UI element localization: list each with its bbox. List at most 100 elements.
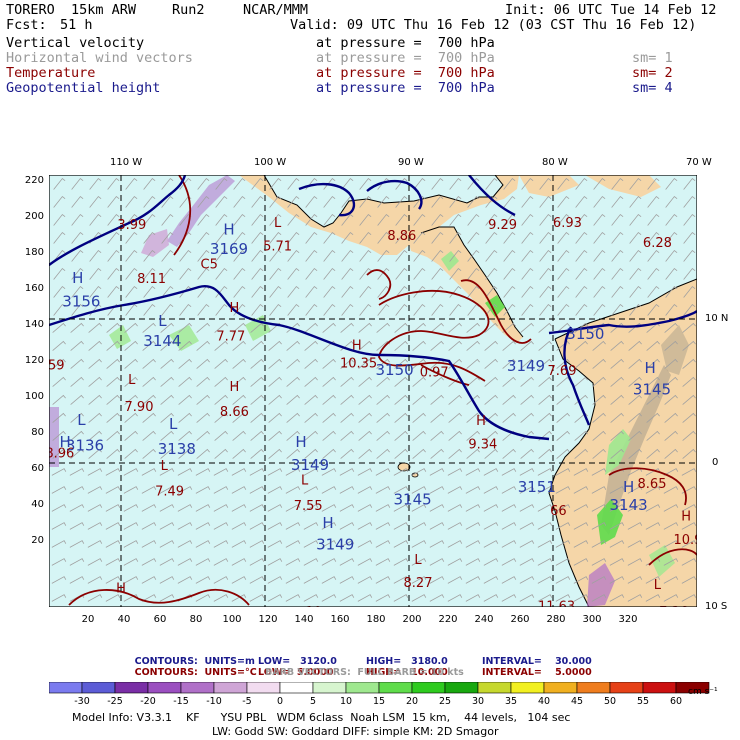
color-bar-label: 20	[406, 696, 418, 707]
height-label: H	[623, 478, 634, 496]
color-bar-label: 35	[505, 696, 517, 707]
temperature-label: 7.69	[548, 364, 577, 379]
color-bar-label: 5	[310, 696, 316, 707]
color-bar-swatches	[49, 682, 710, 694]
color-bar-label: 50	[604, 696, 616, 707]
color-bar-label: -10	[206, 696, 222, 707]
forecast-hour: 51 h	[60, 17, 93, 33]
run-label: Run2	[172, 2, 205, 18]
field-level: at pressure = 700 hPa	[316, 35, 495, 51]
x-tick-label: 20	[81, 614, 95, 625]
temperature-label: H	[476, 414, 486, 429]
temperature-label: L	[654, 578, 662, 593]
color-swatch	[444, 682, 479, 694]
height-label: L	[169, 415, 178, 433]
height-label: H	[295, 433, 306, 451]
height-label: 3151	[518, 478, 556, 496]
color-swatch	[378, 682, 413, 694]
temperature-label: 66	[550, 504, 567, 519]
temperature-label: L	[414, 553, 422, 568]
y-tick-label: 140	[24, 319, 44, 330]
color-swatch	[147, 682, 182, 694]
x-tick-label: 280	[546, 614, 566, 625]
temperature-label: 8.96	[49, 447, 74, 462]
height-label: 3169	[210, 240, 248, 258]
color-bar-label: -15	[173, 696, 189, 707]
contour-interval: INTERVAL= 30.000	[482, 656, 592, 667]
temperature-label: 9.29	[488, 218, 517, 233]
color-bar-units: cm s⁻¹	[688, 687, 718, 697]
valid-time: Valid: 09 UTC Thu 16 Feb 12 (03 CST Thu …	[290, 17, 697, 33]
x-tick-label: 160	[330, 614, 350, 625]
color-bar-label: 55	[637, 696, 649, 707]
color-swatch	[180, 682, 215, 694]
init-time: Init: 06 UTC Tue 14 Feb 12	[505, 2, 717, 18]
color-swatch	[510, 682, 545, 694]
lon-label: 80 W	[542, 157, 568, 168]
org-label: NCAR/MMM	[243, 2, 309, 18]
lon-label: 100 W	[254, 157, 287, 168]
height-label: 3150	[566, 325, 604, 343]
color-bar-label: 0	[277, 696, 283, 707]
color-swatch	[49, 682, 83, 694]
height-label: L	[158, 312, 167, 330]
temperature-label: 0.97	[420, 366, 449, 381]
height-label: H	[72, 269, 83, 287]
height-label: 3149	[291, 456, 329, 474]
y-tick-label: 100	[24, 391, 44, 402]
temperature-label: H	[681, 510, 691, 525]
height-label: 3149	[507, 357, 545, 375]
physics-info: LW: Godd SW: Goddard DIFF: simple KM: 2D…	[212, 725, 499, 738]
height-label: 3156	[62, 292, 100, 310]
temperature-label: L	[301, 474, 309, 489]
temperature-label: 10.9	[674, 533, 697, 548]
height-label: H	[645, 359, 656, 377]
y-tick-label: 40	[31, 499, 44, 510]
color-bar-label: 45	[571, 696, 583, 707]
temperature-label: 8.86	[387, 229, 416, 244]
color-bar: -30 -25 -20 -15 -10 -5 0 5 10 15 20 25 30 35 40 45 50 55 6…	[49, 682, 710, 707]
color-bar-label: 10	[340, 696, 352, 707]
color-bar-label: 40	[538, 696, 550, 707]
y-tick-label: 200	[24, 211, 44, 222]
color-bar-label: -30	[74, 696, 90, 707]
y-tick-label: 180	[24, 247, 44, 258]
contour-low: LOW= 3120.0	[258, 656, 337, 667]
temperature-label: 10.35	[340, 357, 377, 372]
x-tick-label: 40	[117, 614, 131, 625]
color-bar-label: 15	[373, 696, 385, 707]
temperature-label: 8.27	[404, 576, 433, 591]
field-geopotential-height: Geopotential height	[6, 80, 161, 96]
color-swatch	[246, 682, 281, 694]
color-swatch	[312, 682, 347, 694]
temperature-label: H	[230, 380, 240, 395]
temperature-label: L	[161, 459, 169, 474]
lat-label: 10 S	[705, 601, 728, 612]
temperature-label: L	[128, 373, 136, 388]
color-swatch	[213, 682, 248, 694]
color-swatch	[411, 682, 446, 694]
lon-label: 90 W	[398, 157, 424, 168]
x-tick-label: 120	[258, 614, 278, 625]
y-tick-label: 120	[24, 355, 44, 366]
color-bar-labels: -30 -25 -20 -15 -10 -5 0 5 10 15 20 25 30 35 40 45 50 55 6…	[74, 696, 682, 707]
temperature-label: 7.49	[155, 484, 184, 499]
smoothing-value: sm= 2	[632, 65, 673, 81]
x-tick-label: 200	[402, 614, 422, 625]
temperature-label: H	[352, 339, 362, 354]
color-bar-label: -5	[242, 696, 251, 707]
height-label: H	[223, 220, 234, 238]
contour-high: HIGH= 3180.0	[366, 656, 448, 667]
color-swatch	[279, 682, 314, 694]
temperature-label: 6.93	[553, 216, 582, 231]
x-tick-label: 60	[153, 614, 167, 625]
temperature-label: H	[230, 301, 240, 316]
color-bar-label: 60	[670, 696, 682, 707]
color-swatch	[642, 682, 677, 694]
weather-map: H3169H3156L3144315031503149LH3136L3138 H3…	[49, 175, 697, 607]
field-wind-vectors: Horizontal wind vectors	[6, 50, 193, 66]
temperature-label: 5.71	[263, 240, 292, 255]
model-info: Model Info: V3.3.1 KF YSU PBL WDM 6class…	[72, 711, 571, 724]
barb-vector-info: BARB VECTORS: FULL BARB = 10 kts	[265, 667, 464, 678]
x-tick-label: 140	[294, 614, 314, 625]
